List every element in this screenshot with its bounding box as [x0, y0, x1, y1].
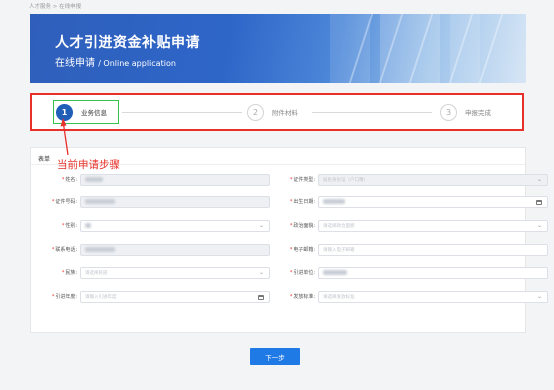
- step-number: 1: [56, 103, 73, 121]
- chevron-down-icon: ⌄: [258, 268, 264, 276]
- intro-year-row: *引进年度: 请输入引进年度: [31, 290, 270, 303]
- id-number-label: *证件号码:: [51, 199, 77, 205]
- name-field[interactable]: [80, 173, 270, 186]
- gender-label: *性别:: [61, 223, 77, 229]
- birth-date-picker[interactable]: [318, 195, 548, 208]
- subtitle-en: / Online application: [98, 59, 176, 68]
- id-type-select[interactable]: 居民身份证（户口簿） ⌄: [318, 173, 548, 186]
- political-status-row: *政治面貌: 请选择政治面貌 ⌄: [269, 219, 548, 232]
- ethnicity-label: *民族:: [61, 270, 77, 276]
- employer-field[interactable]: [318, 266, 548, 279]
- birth-date-row: *出生日期:: [269, 195, 548, 208]
- step-attachments: 2 附件材料: [247, 95, 298, 129]
- chevron-down-icon: ⌄: [536, 292, 542, 300]
- calendar-icon: [258, 294, 264, 300]
- name-row: *姓名:: [31, 173, 270, 186]
- ethnicity-select[interactable]: 请选择民族 ⌄: [80, 266, 270, 279]
- chevron-down-icon: ⌄: [258, 221, 264, 229]
- next-step-button[interactable]: 下一步: [250, 348, 300, 365]
- ethnicity-row: *民族: 请选择民族 ⌄: [31, 266, 270, 279]
- step-number: 2: [247, 103, 264, 121]
- chevron-down-icon: ⌄: [536, 221, 542, 229]
- email-field[interactable]: 请输入电子邮箱: [318, 243, 548, 256]
- chevron-down-icon: ⌄: [536, 175, 542, 183]
- phone-field[interactable]: [80, 243, 270, 256]
- page-title: 人才引进资金补贴申请: [55, 35, 200, 51]
- id-type-row: *证件类型: 居民身份证（户口簿） ⌄: [269, 173, 548, 186]
- gender-row: *性别: ⌄: [31, 219, 270, 232]
- page-subtitle: 在线申请 / Online application: [55, 54, 176, 69]
- standard-select[interactable]: 请选择发放标准 ⌄: [318, 290, 548, 303]
- application-form: 表单 *姓名: *证件类型: 居民身份证（户口簿） ⌄ *证件号码: *出生日期…: [30, 147, 548, 333]
- subtitle-cn: 在线申请: [55, 58, 95, 69]
- step-label: 业务信息: [81, 109, 107, 117]
- step-indicator: 1 业务信息 2 附件材料 3 申报完成: [30, 93, 524, 131]
- employer-label: *引进单位:: [289, 270, 315, 276]
- political-status-select[interactable]: 请选择政治面貌 ⌄: [318, 219, 548, 232]
- intro-year-label: *引进年度:: [51, 294, 77, 300]
- employer-row: *引进单位:: [269, 266, 548, 279]
- name-label: *姓名:: [61, 177, 77, 183]
- id-number-row: *证件号码:: [31, 195, 270, 208]
- step-business-info: 1 业务信息: [56, 95, 107, 129]
- political-status-label: *政治面貌:: [289, 223, 315, 229]
- step-number: 3: [440, 103, 457, 121]
- intro-year-picker[interactable]: 请输入引进年度: [80, 290, 270, 303]
- id-type-label: *证件类型:: [289, 177, 315, 183]
- phone-row: *联系电话:: [31, 243, 270, 256]
- breadcrumb: 人才服务 > 在线申报: [29, 4, 82, 10]
- step-label: 申报完成: [465, 109, 491, 117]
- standard-label: *发放标准:: [289, 294, 315, 300]
- step-label: 附件材料: [272, 109, 298, 117]
- step-complete: 3 申报完成: [440, 95, 491, 129]
- email-label: *电子邮箱:: [289, 247, 315, 253]
- gender-select[interactable]: ⌄: [80, 219, 270, 232]
- calendar-icon: [536, 199, 542, 205]
- phone-label: *联系电话:: [51, 247, 77, 253]
- id-number-field[interactable]: [80, 195, 270, 208]
- standard-row: *发放标准: 请选择发放标准 ⌄: [269, 290, 548, 303]
- step-connector: [312, 112, 432, 113]
- email-row: *电子邮箱: 请输入电子邮箱: [269, 243, 548, 256]
- annotation-label: 当前申请步骤: [57, 159, 120, 171]
- page-banner: 人才引进资金补贴申请 在线申请 / Online application: [30, 14, 526, 83]
- step-connector: [122, 112, 242, 113]
- birth-date-label: *出生日期:: [289, 199, 315, 205]
- form-title: 表单: [38, 156, 51, 163]
